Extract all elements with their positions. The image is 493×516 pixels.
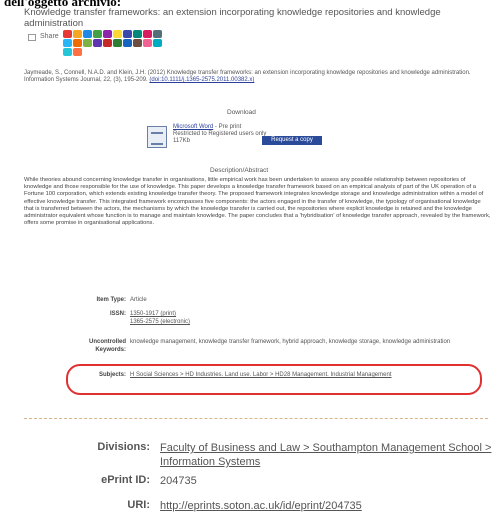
keywords-label-line1: Uncontrolled xyxy=(89,339,126,345)
social-share-icon[interactable] xyxy=(132,30,142,38)
social-share-icon[interactable] xyxy=(102,39,112,47)
social-share-icon[interactable] xyxy=(92,39,102,47)
social-share-icon[interactable] xyxy=(72,39,82,47)
social-share-icon[interactable] xyxy=(142,30,152,38)
item-type-value: Article xyxy=(130,297,147,303)
citation: Jaymeade, S., Connell, N.A.D. and Klein,… xyxy=(24,70,489,84)
uri-label: URI: xyxy=(127,499,150,511)
item-type-label: Item Type: xyxy=(96,297,126,303)
abstract-text: While theories abound concerning knowled… xyxy=(24,177,491,227)
social-share-icon[interactable] xyxy=(72,30,82,38)
divisions-link[interactable]: Faculty of Business and Law > Southampto… xyxy=(160,441,493,469)
social-share-icon[interactable] xyxy=(122,30,132,38)
social-share-icon[interactable] xyxy=(92,30,102,38)
eprint-id-value: 204735 xyxy=(160,475,197,487)
keywords-value: knowledge management, knowledge transfer… xyxy=(130,339,451,345)
keywords-label-line2: Keywords: xyxy=(95,347,126,353)
social-share-icons xyxy=(62,30,163,56)
issn-print-link[interactable]: 1350-1917 (print) xyxy=(130,311,176,318)
social-share-icon[interactable] xyxy=(132,39,142,47)
download-file-type: - Pre print xyxy=(214,124,242,130)
issn-electronic-link[interactable]: 1365-2575 (electronic) xyxy=(130,319,190,326)
download-restriction: Restricted to Registered users only xyxy=(173,131,267,137)
social-share-icon[interactable] xyxy=(62,48,72,56)
social-share-icon[interactable] xyxy=(142,39,152,47)
download-size: 117Kb xyxy=(173,138,190,144)
social-share-icon[interactable] xyxy=(82,30,92,38)
description-heading: Description/Abstract xyxy=(210,167,269,174)
eprint-id-label: ePrint ID: xyxy=(101,474,150,486)
social-share-icon[interactable] xyxy=(112,30,122,38)
download-file-link[interactable]: Microsoft Word xyxy=(173,124,213,130)
uri-link[interactable]: http://eprints.soton.ac.uk/id/eprint/204… xyxy=(160,499,362,513)
social-share-icon[interactable] xyxy=(62,30,72,38)
download-heading: Download xyxy=(227,109,256,116)
share-label: Share xyxy=(40,33,59,40)
social-share-icon[interactable] xyxy=(152,30,162,38)
request-copy-button[interactable]: Request a copy xyxy=(262,136,322,145)
social-share-icon[interactable] xyxy=(72,48,82,56)
section-divider xyxy=(24,418,488,419)
subjects-highlight-ellipse xyxy=(66,364,482,395)
share-icon xyxy=(28,34,36,41)
social-share-icon[interactable] xyxy=(112,39,122,47)
record-title: Knowledge transfer frameworks: an extens… xyxy=(24,7,441,29)
social-share-icon[interactable] xyxy=(152,39,162,47)
share-bar: Share xyxy=(28,30,163,56)
social-share-icon[interactable] xyxy=(82,39,92,47)
social-share-icon[interactable] xyxy=(62,39,72,47)
word-document-icon[interactable] xyxy=(147,126,167,148)
social-share-icon[interactable] xyxy=(102,30,112,38)
doi-link[interactable]: (doi:10.1111/j.1365-2575.2011.00382.x) xyxy=(149,77,254,83)
issn-label: ISSN: xyxy=(109,311,126,317)
divisions-label: Divisions: xyxy=(97,441,150,453)
social-share-icon[interactable] xyxy=(122,39,132,47)
